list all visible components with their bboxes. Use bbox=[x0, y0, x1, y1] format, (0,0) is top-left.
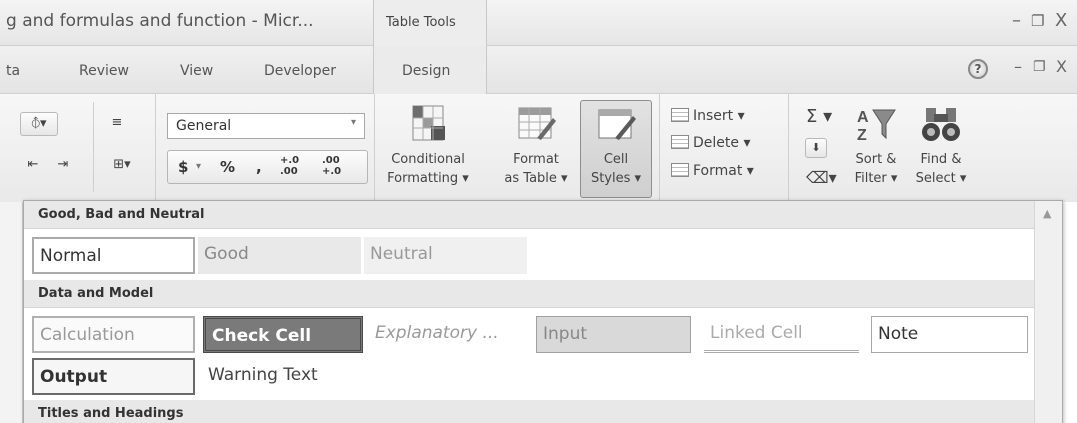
currency-button[interactable]: $ bbox=[178, 158, 188, 176]
insert-label: Insert ▾ bbox=[693, 108, 745, 124]
cell-styles-button[interactable]: Cell Styles ▾ bbox=[582, 104, 650, 186]
chevron-down-icon: ▾ bbox=[196, 161, 202, 172]
format-as-table-label-1: Format bbox=[513, 152, 559, 167]
style-neutral[interactable]: Neutral bbox=[364, 237, 527, 274]
comma-style-button[interactable]: , bbox=[256, 158, 262, 176]
style-good[interactable]: Good bbox=[198, 237, 361, 274]
format-cells-icon bbox=[671, 163, 689, 177]
orientation-button[interactable]: ⦽▾ bbox=[20, 112, 58, 136]
style-input[interactable]: Input bbox=[536, 316, 691, 353]
increase-decimal-button[interactable]: +.0 .00 bbox=[280, 155, 318, 177]
fill-button[interactable]: ⬇ bbox=[805, 138, 827, 158]
delete-cells-button[interactable]: Delete ▾ bbox=[671, 135, 750, 151]
separator bbox=[374, 94, 375, 202]
orientation-icon: ⦽▾ bbox=[31, 116, 47, 131]
svg-text:Z: Z bbox=[857, 127, 867, 144]
style-note[interactable]: Note bbox=[871, 316, 1028, 353]
number-format-buttons: $ ▾ % , +.0 .00 .00 +.0 bbox=[167, 150, 368, 184]
tab-view[interactable]: View bbox=[180, 63, 213, 79]
worksheet-edge bbox=[0, 202, 23, 423]
cell-styles-icon bbox=[598, 109, 636, 140]
find-select-label-1: Find & bbox=[920, 152, 962, 167]
section-header-titles-and-headings: Titles and Headings bbox=[24, 400, 1034, 423]
close-workbook-button[interactable]: X bbox=[1056, 57, 1067, 76]
sort-filter-label-1: Sort & bbox=[855, 152, 897, 167]
minimize-workbook-button[interactable]: – bbox=[1014, 57, 1022, 76]
style-output[interactable]: Output bbox=[32, 358, 195, 395]
conditional-formatting-icon bbox=[412, 105, 445, 141]
title-bar: g and formulas and function - Micr... Ta… bbox=[0, 0, 1077, 46]
section-header-good-bad-neutral: Good, Bad and Neutral bbox=[24, 201, 1034, 229]
conditional-formatting-button[interactable]: Conditional Formatting ▾ bbox=[383, 104, 473, 186]
sort-filter-button[interactable]: A Z Sort & Filter ▾ bbox=[846, 104, 906, 186]
close-window-button[interactable]: X bbox=[1055, 10, 1067, 31]
separator bbox=[788, 94, 789, 202]
cell-styles-gallery: Good, Bad and Neutral Normal Good Neutra… bbox=[23, 200, 1063, 423]
cell-styles-label-2: Styles ▾ bbox=[590, 171, 642, 186]
merge-center-icon: ⊞▾ bbox=[113, 157, 131, 172]
svg-text:A: A bbox=[857, 109, 869, 126]
section-header-data-and-model: Data and Model bbox=[24, 280, 1034, 308]
style-linked-cell[interactable]: Linked Cell bbox=[704, 316, 859, 353]
help-icon[interactable]: ? bbox=[968, 59, 988, 79]
tab-developer[interactable]: Developer bbox=[264, 63, 336, 79]
restore-workbook-button[interactable]: ❐ bbox=[1033, 59, 1046, 75]
decrease-decimal-button[interactable]: .00 +.0 bbox=[322, 155, 362, 177]
style-calculation[interactable]: Calculation bbox=[32, 316, 195, 353]
insert-cells-button[interactable]: Insert ▾ bbox=[671, 108, 745, 124]
separator bbox=[659, 94, 660, 202]
wrap-text-icon: ≡ bbox=[111, 115, 123, 130]
minimize-window-button[interactable]: – bbox=[1012, 10, 1021, 31]
eraser-icon: ⌫▾ bbox=[806, 168, 837, 187]
format-as-table-button[interactable]: Format as Table ▾ bbox=[497, 104, 575, 186]
window-title: g and formulas and function - Micr... bbox=[6, 11, 314, 31]
tab-design[interactable]: Design bbox=[402, 63, 450, 79]
table-tools-label: Table Tools bbox=[373, 0, 487, 46]
find-select-button[interactable]: Find & Select ▾ bbox=[910, 104, 972, 186]
format-label: Format ▾ bbox=[693, 163, 754, 179]
insert-cells-icon bbox=[671, 108, 689, 122]
find-select-label-2: Select ▾ bbox=[915, 171, 967, 186]
wrap-text-button[interactable]: ≡ bbox=[104, 112, 130, 136]
gallery-scrollbar[interactable]: ▲ bbox=[1034, 201, 1062, 423]
number-format-value: General bbox=[176, 118, 232, 134]
separator bbox=[93, 102, 94, 192]
style-explanatory[interactable]: Explanatory ... bbox=[369, 316, 529, 353]
format-cells-button[interactable]: Format ▾ bbox=[671, 163, 754, 179]
format-as-table-label-2: as Table ▾ bbox=[504, 171, 568, 186]
percent-button[interactable]: % bbox=[220, 158, 235, 176]
conditional-formatting-label-1: Conditional bbox=[391, 152, 465, 167]
tab-data[interactable]: ta bbox=[6, 63, 20, 79]
ribbon-tab-row: ta Review View Developer Design ? – ❐ X bbox=[0, 46, 1077, 94]
style-normal[interactable]: Normal bbox=[32, 237, 195, 274]
autosum-button[interactable]: Σ ▾ bbox=[806, 106, 832, 127]
sort-filter-label-2: Filter ▾ bbox=[854, 171, 898, 186]
decrease-indent-icon: ⇤ bbox=[27, 157, 39, 172]
style-check-cell[interactable]: Check Cell bbox=[203, 316, 363, 353]
increase-indent-icon: ⇥ bbox=[57, 157, 69, 172]
merge-center-button[interactable]: ⊞▾ bbox=[100, 154, 144, 178]
format-as-table-icon bbox=[518, 107, 556, 140]
number-format-dropdown[interactable]: General ▾ bbox=[167, 113, 365, 139]
chevron-down-icon: ▾ bbox=[350, 117, 356, 128]
fill-down-icon: ⬇ bbox=[811, 141, 821, 154]
conditional-formatting-label-2: Formatting ▾ bbox=[387, 171, 469, 186]
sort-filter-icon: A Z bbox=[857, 109, 896, 144]
clear-button[interactable]: ⌫▾ bbox=[806, 168, 837, 187]
decrease-indent-button[interactable]: ⇤ bbox=[20, 154, 46, 178]
scroll-up-icon[interactable]: ▲ bbox=[1043, 207, 1051, 220]
increase-indent-button[interactable]: ⇥ bbox=[50, 154, 76, 178]
restore-window-button[interactable]: ❐ bbox=[1031, 12, 1044, 30]
delete-cells-icon bbox=[671, 135, 689, 149]
cell-styles-label-1: Cell bbox=[603, 152, 629, 167]
ribbon: ⦽▾ ≡ ⇤ ⇥ ⊞▾ General ▾ $ ▾ % , +.0 .00 .0… bbox=[0, 94, 1077, 202]
style-warning-text[interactable]: Warning Text bbox=[202, 358, 365, 395]
separator bbox=[155, 94, 156, 202]
delete-label: Delete ▾ bbox=[693, 135, 751, 151]
binoculars-icon bbox=[922, 108, 960, 141]
tab-review[interactable]: Review bbox=[79, 63, 129, 79]
